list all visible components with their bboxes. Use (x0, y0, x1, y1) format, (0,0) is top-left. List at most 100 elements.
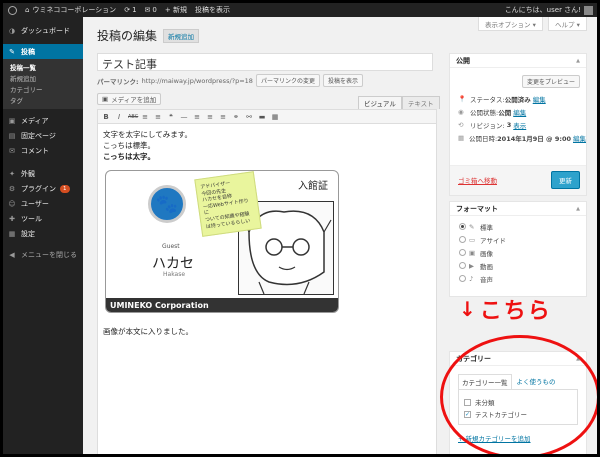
plugin-icon: ⚙ (8, 184, 16, 193)
move-to-trash-link[interactable]: ゴミ箱へ移動 (458, 175, 497, 185)
status-label: ステータス: (470, 95, 505, 104)
view-post-button[interactable]: 投稿を表示 (322, 74, 363, 87)
permalink-url[interactable]: http://maiway.jp/wordpress/?p=18 (142, 77, 253, 85)
format-box-header[interactable]: フォーマット ▲ (450, 202, 586, 216)
appearance-icon: ✦ (9, 169, 15, 178)
revisions-value: 3 (506, 120, 512, 129)
sidebar-item-settings[interactable]: ▦ 設定 (3, 226, 83, 241)
radio-aside[interactable] (459, 236, 466, 243)
radio-image[interactable] (459, 249, 466, 256)
update-button[interactable]: 更新 (551, 171, 580, 189)
comments-link[interactable]: ✉ 0 (141, 3, 161, 17)
sidebar-item-appearance[interactable]: ✦ 外観 (3, 166, 83, 181)
help-button[interactable]: ヘルプ ▾ (548, 17, 587, 31)
permalink-label: パーマリンク: (97, 77, 139, 86)
sidebar-item-label: ダッシュボード (21, 26, 70, 35)
comments-icon: ✉ (144, 6, 151, 14)
collapse-menu-button[interactable]: ◀ メニューを閉じる (3, 247, 83, 262)
blockquote-icon[interactable]: ❝ (167, 113, 175, 121)
screen-options-button[interactable]: 表示オプション ▾ (478, 17, 543, 31)
post-editor[interactable]: B I ABC ≡ ≡ ❝ — ≡ ≡ ≡ ⚭ ⚯ ▬ ▦ 文字を太字にしてみま… (97, 109, 437, 454)
radio-standard[interactable] (459, 223, 466, 230)
horizontal-rule-icon[interactable]: — (180, 113, 188, 121)
sidebar-item-label: 固定ページ (21, 131, 56, 140)
publish-box: 公開 ▲ 変更をプレビュー 📍 ステータス: 公開済み 編集 ◉ 公開状態: 公開 編集 ⟲ リ… (449, 53, 587, 196)
sidebar-item-media[interactable]: ▣ メディア (3, 113, 83, 128)
submenu-add-new[interactable]: 新規追加 (3, 72, 83, 83)
inserted-image-id-card[interactable]: 入館証 🐾 Guest ハカセ Hakase アドバイザー 今回の先生 ハカセを… (105, 170, 339, 313)
change-permalink-button[interactable]: パーマリンクの変更 (255, 74, 320, 87)
radio-audio[interactable] (459, 275, 466, 282)
italic-icon[interactable]: I (115, 113, 123, 121)
show-revisions-link[interactable]: 表示 (513, 120, 526, 130)
visibility-label: 公開状態: (470, 108, 499, 117)
add-media-button[interactable]: ▣ メディアを追加 (97, 93, 162, 105)
home-icon: ⌂ (25, 6, 30, 14)
publish-box-header[interactable]: 公開 ▲ (450, 54, 586, 68)
radio-video[interactable] (459, 262, 466, 269)
card-footer: UMINEKO Corporation (106, 298, 338, 312)
format-option-video[interactable]: ▶ 動画 (450, 259, 586, 272)
submenu-categories[interactable]: カテゴリー (3, 83, 83, 94)
numbered-list-icon[interactable]: ≡ (154, 113, 162, 121)
collapse-icon: ◀ (9, 250, 15, 259)
sidebar-item-dashboard[interactable]: ◑ ダッシュボード (3, 23, 83, 38)
sidebar-item-comments[interactable]: ✉ コメント (3, 143, 83, 158)
publish-date-value: 2014年1月9日 @ 9:00 (497, 134, 571, 143)
wordpress-logo-icon[interactable] (3, 3, 21, 17)
align-left-icon[interactable]: ≡ (193, 113, 201, 121)
edit-date-link[interactable]: 編集 (573, 133, 586, 143)
sidebar-item-plugins[interactable]: ⚙ プラグイン 1 (3, 181, 83, 196)
bold-icon[interactable]: B (102, 113, 110, 121)
posts-submenu: 投稿一覧 新規追加 カテゴリー タグ (3, 59, 83, 109)
add-new-button[interactable]: 新規追加 (163, 28, 200, 43)
submenu-tags[interactable]: タグ (3, 94, 83, 105)
format-option-image[interactable]: ▣ 画像 (450, 246, 586, 259)
link-icon[interactable]: ⚭ (232, 113, 240, 121)
toolbar-toggle-icon[interactable]: ▦ (271, 113, 279, 121)
collapse-arrow-icon[interactable]: ▲ (576, 206, 580, 212)
guest-name: ハカセ (152, 256, 194, 272)
strikethrough-icon[interactable]: ABC (128, 114, 138, 120)
settings-icon: ▦ (8, 229, 16, 238)
read-more-icon[interactable]: ▬ (258, 113, 266, 121)
unlink-icon[interactable]: ⚯ (245, 113, 253, 121)
comments-count: 0 (152, 6, 157, 14)
tab-visual[interactable]: ビジュアル (358, 96, 402, 109)
my-account-link[interactable]: こんにちは、user さん! (501, 3, 597, 17)
editor-tabs: ビジュアル テキスト (358, 96, 440, 109)
site-name-link[interactable]: ⌂ ウミネココーポレーション (21, 3, 120, 17)
sidebar-item-label: ユーザー (21, 199, 49, 208)
guest-name-english: Hakase (163, 271, 186, 278)
format-option-aside[interactable]: ▭ アサイド (450, 233, 586, 246)
collapse-arrow-icon[interactable]: ▲ (576, 58, 580, 64)
publish-heading: 公開 (456, 56, 470, 65)
format-option-label: アサイド (480, 236, 506, 245)
site-name-label: ウミネココーポレーション (32, 6, 117, 14)
format-option-label: 動画 (480, 262, 493, 271)
sidebar-item-tools[interactable]: ✚ ツール (3, 211, 83, 226)
preview-changes-button[interactable]: 変更をプレビュー (521, 75, 580, 88)
pin-icon: ✎ (9, 47, 15, 56)
view-post-link[interactable]: 投稿を表示 (191, 3, 234, 17)
edit-status-link[interactable]: 編集 (533, 94, 546, 104)
updates-link[interactable]: ⟳ 1 (120, 3, 140, 17)
sidebar-item-pages[interactable]: ▤ 固定ページ (3, 128, 83, 143)
sidebar-item-users[interactable]: ☺ ユーザー (3, 196, 83, 211)
align-center-icon[interactable]: ≡ (206, 113, 214, 121)
pin-icon: 📍 (458, 94, 467, 103)
edit-visibility-link[interactable]: 編集 (513, 107, 526, 117)
tab-text[interactable]: テキスト (401, 96, 440, 109)
format-option-audio[interactable]: ♪ 音声 (450, 272, 586, 285)
format-option-label: 音声 (480, 275, 493, 284)
pin-icon: ✎ (469, 222, 475, 231)
new-content-link[interactable]: + 新規 (161, 3, 191, 17)
bullet-list-icon[interactable]: ≡ (141, 113, 149, 121)
align-right-icon[interactable]: ≡ (219, 113, 227, 121)
post-title-input[interactable]: テスト記事 (97, 53, 433, 71)
format-option-standard[interactable]: ✎ 標準 (450, 220, 586, 233)
editor-content[interactable]: 文字を太字にしてみます。 こっちは標準。 こっちは太字。 (98, 124, 436, 167)
sidebar-item-posts[interactable]: ✎ 投稿 (3, 44, 83, 59)
submenu-all-posts[interactable]: 投稿一覧 (3, 61, 83, 72)
sidebar-item-label: 設定 (21, 229, 35, 238)
